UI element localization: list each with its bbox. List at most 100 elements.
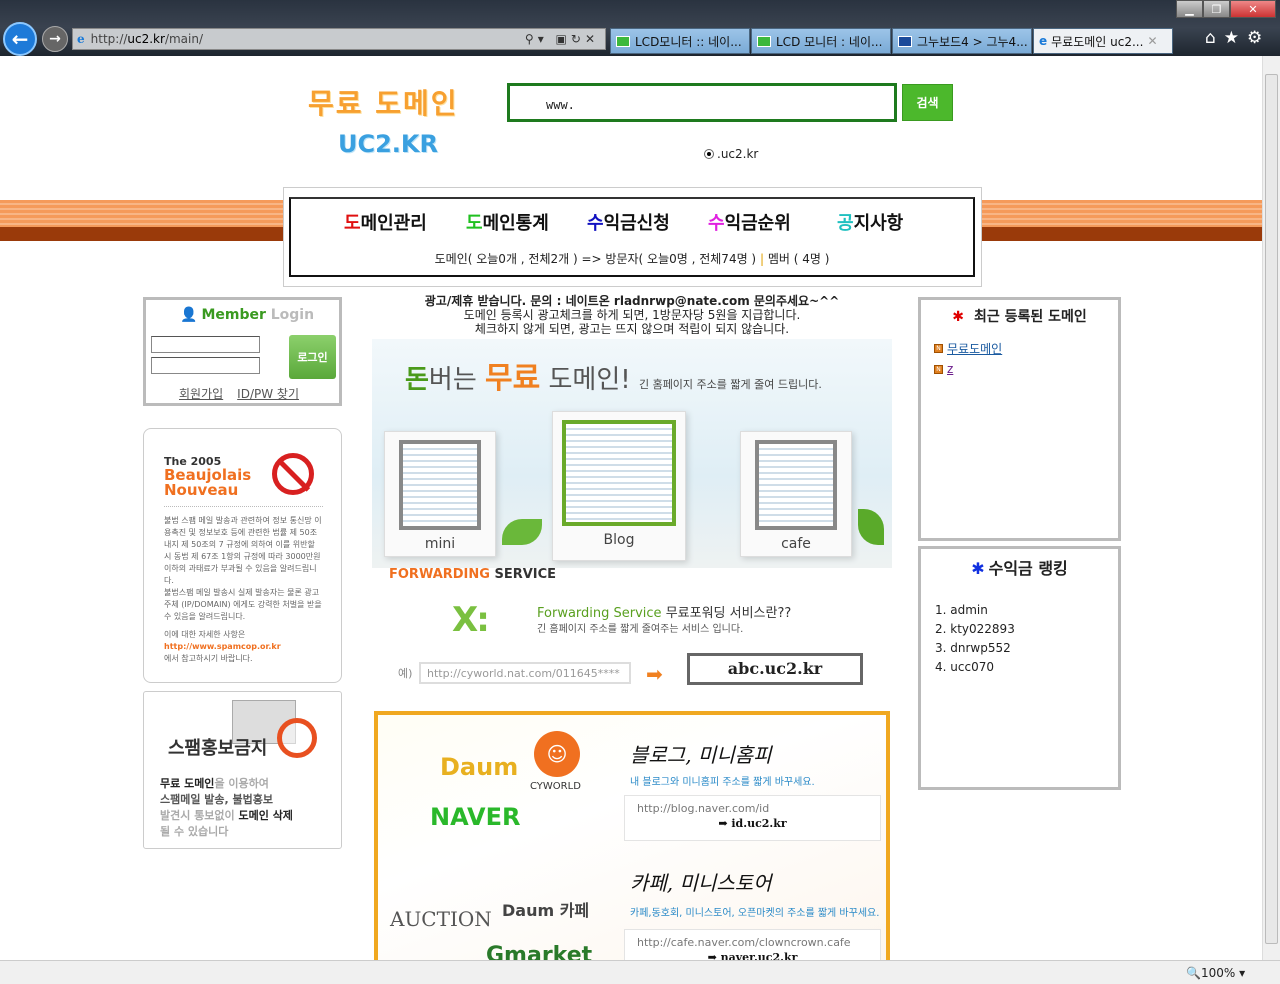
- blog-desc: 내 블로그와 미니홈피 주소를 짧게 바꾸세요.: [630, 777, 815, 788]
- address-bar[interactable]: e http://uc2.kr/main/ ⚲▾ ▣↻✕: [72, 28, 606, 50]
- cyworld-logo: CYWORLD: [530, 781, 581, 792]
- ie-icon: e: [1039, 34, 1048, 48]
- card-text: 이에 대한 자세한 사항은: [164, 630, 246, 639]
- tld-label: .uc2.kr: [717, 147, 759, 161]
- stats-text: 도메인( 오늘0개 , 전체2개 ) => 방문자( 오늘0명 , 전체74명 …: [434, 252, 757, 266]
- login-box: 👤 Member Login 로그인 회원가입 ID/PW 찾기: [143, 297, 342, 406]
- tab-label: LCD모니터 :: 네이...: [635, 34, 742, 49]
- signup-link[interactable]: 회원가입: [179, 387, 223, 401]
- tab-gnuboard[interactable]: 그누보드4 > 그누4...: [892, 28, 1032, 54]
- new-icon: N: [934, 344, 943, 353]
- notice-line: 체크하지 않게 되면, 광고는 뜨지 않으며 적립이 되지 않습니다.: [474, 322, 790, 336]
- recent-title: ✱ 최근 등록된 도메인: [952, 309, 1087, 325]
- tld-radio[interactable]: .uc2.kr: [704, 147, 758, 161]
- vertical-scrollbar[interactable]: [1262, 56, 1280, 960]
- tab-lcd-2[interactable]: LCD 모니터 : 네이...: [751, 28, 891, 54]
- naver-logo: NAVER: [430, 803, 521, 831]
- gnu-favicon-icon: [898, 35, 912, 47]
- list-item: N 무료도메인: [934, 340, 1118, 357]
- spam-warning-card: The 2005 Beaujolais Nouveau 불법 스팸 메일 발송과…: [143, 428, 342, 683]
- url-path: /main/: [164, 32, 204, 46]
- rank-item: 4. ucc070: [935, 660, 994, 674]
- nav-domain-stats[interactable]: 도메인통계: [466, 209, 549, 235]
- username-input[interactable]: [151, 336, 260, 353]
- nav-domain-manage[interactable]: 도메인관리: [344, 209, 427, 235]
- site-logo[interactable]: 무료 도메인: [308, 82, 459, 122]
- promo-text: 무료 도메인을 이용하여 스팸메일 발송, 불법홍보 발견시 통보없이 도메인 삭제…: [160, 777, 293, 838]
- tab-label: 그누보드4 > 그누4...: [917, 34, 1028, 49]
- forwarding-logo: X:: [452, 600, 490, 640]
- login-button[interactable]: 로그인: [289, 335, 336, 379]
- close-tab-icon[interactable]: ✕: [1147, 34, 1157, 48]
- no-mail-icon: [272, 453, 314, 495]
- screen-thumbnail: [562, 420, 676, 526]
- maximize-button[interactable]: ❐: [1203, 0, 1230, 18]
- blog-url-example: http://blog.naver.com/id ➡ id.uc2.kr: [624, 795, 881, 841]
- domain-search-input[interactable]: www.: [507, 83, 897, 122]
- prohibited-icon: [277, 718, 317, 758]
- search-button[interactable]: 검색: [902, 84, 953, 121]
- blog-title: 블로그, 미니홈피: [630, 743, 772, 767]
- user-icon: 👤: [180, 307, 198, 323]
- example-label: 예): [398, 667, 413, 680]
- monitor-label: mini: [424, 536, 456, 552]
- monitor-label: cafe: [781, 536, 811, 552]
- card-text: 불법스팸 메일 발송시 실제 발송자는 물론 광고주체 (IP/DOMAIN) …: [164, 588, 322, 621]
- back-button[interactable]: ←: [3, 22, 37, 56]
- tab-uc2-active[interactable]: e 무료도메인 uc2... ✕: [1033, 28, 1173, 54]
- zoom-icon: 🔍: [1186, 966, 1201, 980]
- leaf-icon: [502, 519, 542, 545]
- close-window-button[interactable]: ✕: [1230, 0, 1276, 18]
- blog-monitor: Blog: [552, 411, 686, 561]
- earnings-ranking-box: ✱ 수익금 랭킹 1. admin 2. kty022893 3. dnrwp55…: [918, 546, 1121, 790]
- radio-selected-icon[interactable]: [704, 149, 714, 159]
- ie-icon: e: [77, 32, 85, 46]
- new-icon: N: [934, 364, 943, 374]
- nav-notice[interactable]: 공지사항: [837, 209, 903, 235]
- screen-thumbnail: [399, 440, 481, 530]
- tab-label: 무료도메인 uc2...: [1051, 34, 1144, 49]
- forwarding-headline: Forwarding Service 무료포워딩 서비스란??: [537, 606, 792, 621]
- leaf-icon: [858, 509, 884, 545]
- spamcop-link[interactable]: http://www.spamcop.or.kr: [164, 642, 281, 651]
- nav-earnings-rank[interactable]: 수익금순위: [708, 209, 791, 235]
- naver-favicon-icon: [616, 35, 630, 47]
- password-input[interactable]: [151, 357, 260, 374]
- hero-headline: 돈버는 무료 도메인! 긴 홈페이지 주소를 짧게 줄여 드립니다.: [405, 361, 822, 396]
- mini-monitor: mini: [384, 431, 496, 557]
- member-count: 멤버 ( 4명 ): [767, 252, 830, 266]
- site-stats: 도메인( 오늘0개 , 전체2개 ) => 방문자( 오늘0명 , 전체74명 …: [289, 250, 975, 267]
- forwarding-desc: 긴 홈페이지 주소를 짧게 줄여주는 서비스 입니다.: [537, 624, 744, 635]
- example-url: http://cyworld.nat.com/011645****: [419, 662, 631, 684]
- hero-banner: 돈버는 무료 도메인! 긴 홈페이지 주소를 짧게 줄여 드립니다. mini …: [372, 339, 892, 568]
- spam-promo-banner: 스팸홍보금지 무료 도메인을 이용하여 스팸메일 발송, 불법홍보 발견시 통보없이…: [143, 691, 342, 849]
- recent-domain-link[interactable]: 무료도메인: [947, 340, 1002, 357]
- monitor-label: Blog: [603, 532, 635, 548]
- cafe-desc: 카페,동호회, 미니스토어, 오픈마켓의 주소를 짧게 바꾸세요.: [630, 908, 880, 919]
- search-refresh-stop-icons[interactable]: ⚲▾ ▣↻✕: [525, 32, 599, 46]
- list-item: Nz: [934, 362, 1118, 376]
- rank-item: 1. admin: [935, 603, 988, 617]
- site-logo-domain[interactable]: UC2.KR: [338, 130, 438, 158]
- url-host: uc2.kr: [127, 32, 165, 46]
- stats-separator: |: [759, 252, 764, 266]
- scrollbar-thumb[interactable]: [1265, 74, 1278, 944]
- cafe-title: 카페, 미니스토어: [630, 871, 772, 895]
- auction-logo: AUCTION: [390, 907, 492, 931]
- daum-cafe-logo: Daum 카페: [502, 901, 590, 920]
- url-prefix: http://: [90, 32, 128, 46]
- minimize-button[interactable]: ▁: [1176, 0, 1203, 18]
- zoom-level[interactable]: 🔍100% ▾: [1186, 966, 1245, 980]
- find-id-pw-link[interactable]: ID/PW 찾기: [237, 387, 299, 401]
- ranking-title: ✱ 수익금 랭킹: [971, 559, 1068, 578]
- cafe-monitor: cafe: [740, 431, 852, 557]
- tab-lcd-1[interactable]: LCD모니터 :: 네이...: [610, 28, 750, 54]
- rank-item: 3. dnrwp552: [935, 641, 1011, 655]
- notice-line: 도메인 등록시 광고체크를 하게 되면, 1방문자당 5원을 지급합니다.: [463, 308, 801, 322]
- home-favorites-settings-icons[interactable]: ⌂★⚙: [1205, 28, 1270, 48]
- tab-label: LCD 모니터 : 네이...: [776, 34, 883, 49]
- recent-domain-link[interactable]: z: [947, 362, 953, 376]
- forward-button[interactable]: →: [42, 26, 68, 52]
- nav-earnings-request[interactable]: 수익금신청: [587, 209, 670, 235]
- card-text: 불법 스팸 메일 발송과 관련하여 정보 통신망 이용촉진 및 정보보호 등에 …: [164, 516, 322, 585]
